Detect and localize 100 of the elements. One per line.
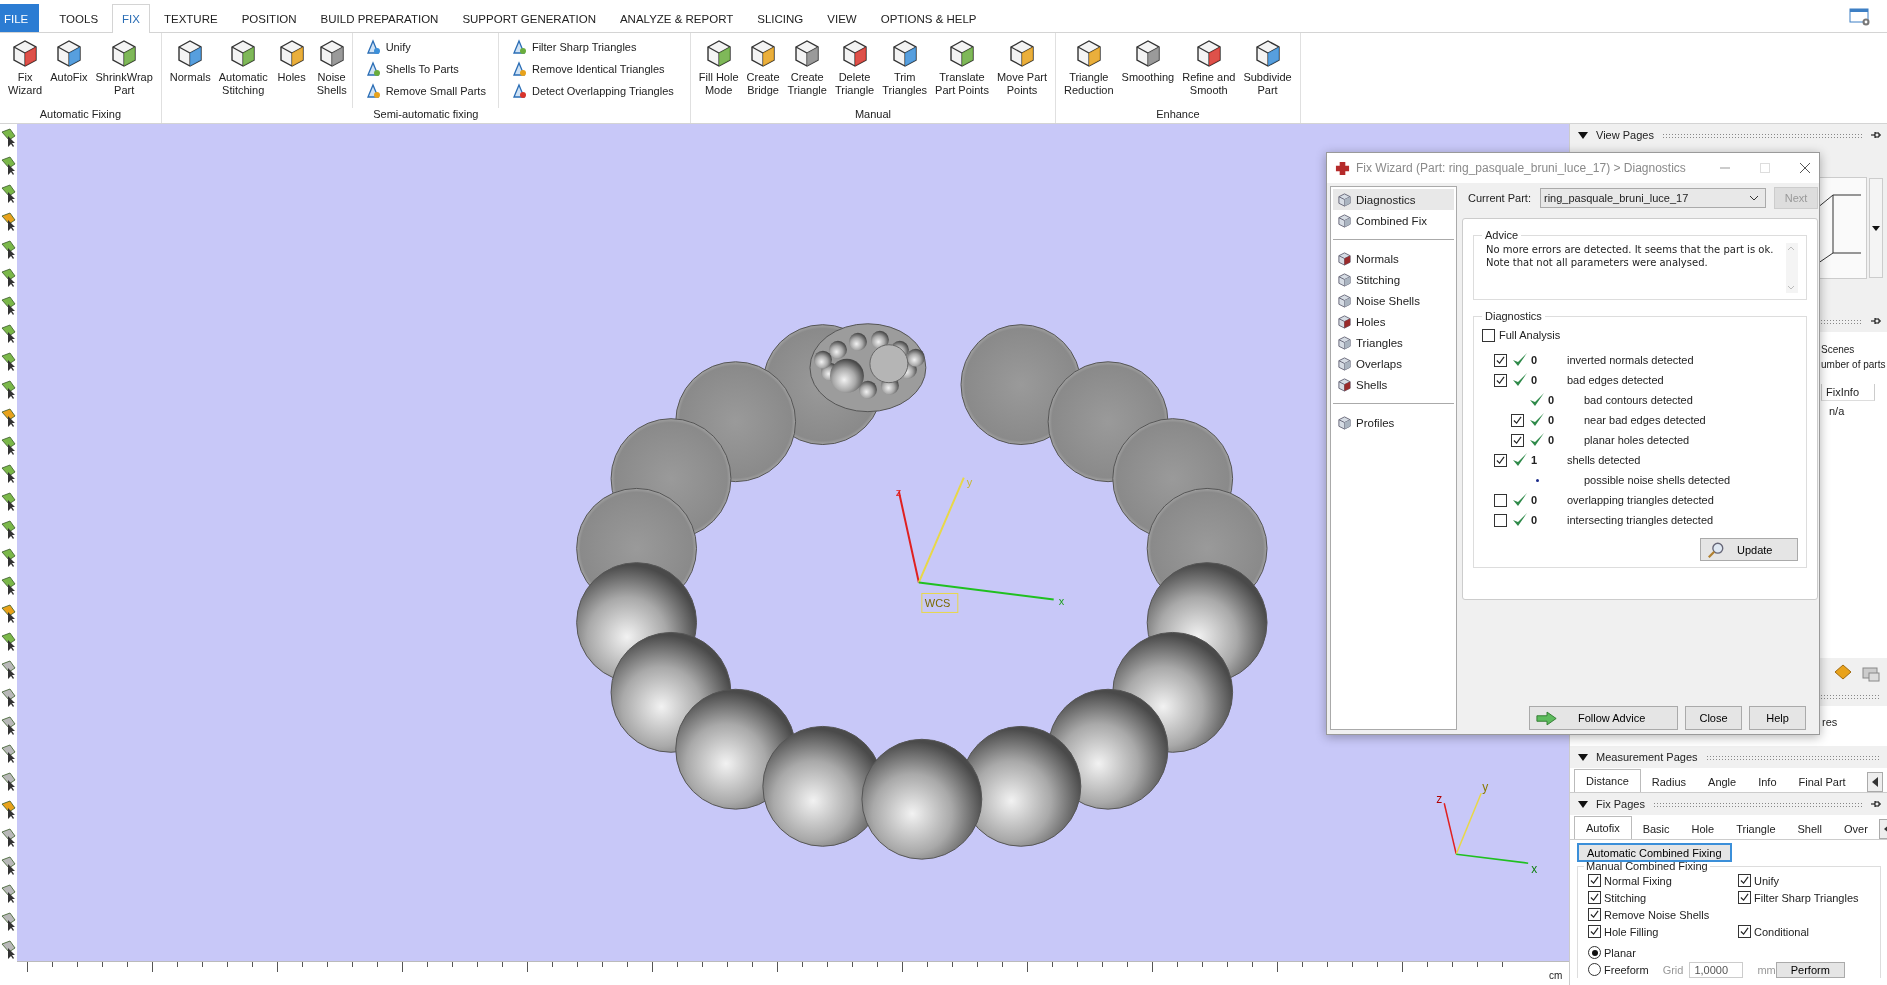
grid-field[interactable]: 1,0000 bbox=[1689, 961, 1744, 978]
shape-tool-icon[interactable] bbox=[0, 128, 17, 148]
nav-item[interactable]: Holes bbox=[1333, 311, 1454, 332]
radio-option[interactable]: Planar bbox=[1588, 946, 1636, 959]
ribbon-button[interactable]: Fill Hole Mode bbox=[694, 36, 743, 99]
radio-button[interactable] bbox=[1588, 946, 1601, 959]
radio-option[interactable]: Freeform bbox=[1588, 963, 1649, 976]
checkbox[interactable] bbox=[1738, 891, 1751, 904]
ribbon-button[interactable]: Delete Triangle bbox=[830, 36, 879, 99]
shape-tool-icon[interactable] bbox=[0, 380, 17, 400]
shape-tool-icon[interactable] bbox=[0, 240, 17, 260]
update-button[interactable]: Update bbox=[1700, 538, 1798, 561]
option-checkbox[interactable]: Remove Noise Shells bbox=[1588, 908, 1738, 921]
ribbon-button[interactable]: Create Bridge bbox=[742, 36, 784, 99]
shape-tool-icon[interactable] bbox=[0, 604, 17, 624]
checkbox[interactable] bbox=[1738, 874, 1751, 887]
checkbox[interactable] bbox=[1588, 891, 1601, 904]
dialog-button[interactable]: Close bbox=[1685, 706, 1742, 730]
nav-item[interactable]: Combined Fix bbox=[1333, 210, 1454, 231]
ribbon-button[interactable]: AutoFix bbox=[46, 36, 92, 86]
shape-tool-icon[interactable] bbox=[0, 856, 17, 876]
ribbon-tab[interactable]: TEXTURE bbox=[153, 4, 228, 32]
ribbon-button[interactable]: Automatic Stitching bbox=[214, 36, 272, 99]
ribbon-tab[interactable]: BUILD PREPARATION bbox=[310, 4, 449, 32]
page-tab[interactable]: Radius bbox=[1640, 771, 1698, 792]
ribbon-button[interactable]: Detect Overlapping Triangles bbox=[508, 81, 676, 101]
option-checkbox[interactable]: Hole Filling bbox=[1588, 925, 1738, 938]
pin-icon[interactable] bbox=[1871, 131, 1881, 139]
shape-tool-icon[interactable] bbox=[0, 436, 17, 456]
shape-tool-icon[interactable] bbox=[0, 744, 17, 764]
shape-tool-icon[interactable] bbox=[0, 716, 17, 736]
page-tab[interactable]: Final Part bbox=[1787, 771, 1857, 792]
ribbon-button[interactable]: Triangle Reduction bbox=[1060, 36, 1118, 99]
ribbon-button[interactable]: Translate Part Points bbox=[931, 36, 993, 99]
ribbon-button[interactable]: Refine and Smooth bbox=[1178, 36, 1240, 99]
close-icon[interactable] bbox=[1799, 162, 1811, 174]
checkbox[interactable] bbox=[1738, 925, 1751, 938]
checkbox[interactable] bbox=[1494, 373, 1507, 387]
page-tab[interactable]: Triangle bbox=[1725, 818, 1787, 839]
checkbox[interactable] bbox=[1482, 328, 1495, 342]
dialog-button[interactable]: Follow Advice bbox=[1529, 706, 1678, 730]
option-checkbox[interactable]: Filter Sharp Triangles bbox=[1738, 891, 1874, 904]
ribbon-tab[interactable]: ANALYZE & REPORT bbox=[609, 4, 744, 32]
collapse-icon[interactable] bbox=[1578, 800, 1588, 808]
page-tab[interactable]: Shell bbox=[1786, 818, 1833, 839]
shape-tool-icon[interactable] bbox=[0, 660, 17, 680]
ribbon-button[interactable]: Shells To Parts bbox=[362, 59, 488, 79]
ribbon-button[interactable]: Remove Identical Triangles bbox=[508, 59, 676, 79]
nav-item[interactable]: Triangles bbox=[1333, 332, 1454, 353]
ribbon-tab[interactable]: SUPPORT GENERATION bbox=[452, 4, 606, 32]
ribbon-button[interactable]: ShrinkWrap Part bbox=[91, 36, 157, 99]
dialog-button[interactable]: Help bbox=[1749, 706, 1806, 730]
ribbon-tab[interactable]: TOOLS bbox=[49, 4, 109, 32]
option-checkbox[interactable]: Conditional bbox=[1738, 925, 1874, 938]
nav-item[interactable]: Normals bbox=[1333, 248, 1454, 269]
option-checkbox[interactable]: Normal Fixing bbox=[1588, 874, 1738, 887]
nav-item[interactable]: Diagnostics bbox=[1333, 189, 1454, 210]
page-tab[interactable]: Angle bbox=[1697, 771, 1748, 792]
shape-tool-icon[interactable] bbox=[0, 884, 17, 904]
shape-tool-icon[interactable] bbox=[0, 548, 17, 568]
page-tab[interactable]: Hole bbox=[1680, 818, 1726, 839]
shape-tool-icon[interactable] bbox=[0, 324, 17, 344]
page-tab[interactable]: Distance bbox=[1574, 769, 1641, 792]
ribbon-button[interactable]: Unify bbox=[362, 37, 488, 57]
shape-tool-icon[interactable] bbox=[0, 576, 17, 596]
nav-item[interactable]: Shells bbox=[1333, 374, 1454, 395]
shape-tool-icon[interactable] bbox=[0, 268, 17, 288]
checkbox[interactable] bbox=[1588, 874, 1601, 887]
shape-tool-icon[interactable] bbox=[0, 156, 17, 176]
file-menu-tab[interactable]: FILE bbox=[0, 4, 40, 32]
page-tab[interactable]: Basic bbox=[1631, 818, 1681, 839]
ribbon-button[interactable]: Fix Wizard bbox=[4, 36, 47, 99]
ribbon-tab[interactable]: POSITION bbox=[231, 4, 307, 32]
shape-tool-icon[interactable] bbox=[0, 912, 17, 932]
shape-tool-icon[interactable] bbox=[0, 212, 17, 232]
checkbox[interactable] bbox=[1511, 413, 1524, 427]
pin-icon[interactable] bbox=[1871, 317, 1881, 325]
shape-tool-icon[interactable] bbox=[0, 828, 17, 848]
shape-tool-icon[interactable] bbox=[0, 464, 17, 484]
ribbon-button[interactable]: Holes bbox=[271, 36, 312, 86]
window-settings-icon[interactable] bbox=[1849, 8, 1871, 26]
shape-tool-icon[interactable] bbox=[0, 408, 17, 428]
shape-tool-icon[interactable] bbox=[0, 520, 17, 540]
ribbon-button[interactable]: Create Triangle bbox=[783, 36, 831, 99]
scroll-left-button[interactable] bbox=[1867, 772, 1883, 792]
page-tab[interactable]: Info bbox=[1747, 771, 1788, 792]
ribbon-button[interactable]: Move Part Points bbox=[992, 36, 1052, 99]
page-tab[interactable]: Over bbox=[1833, 818, 1879, 839]
scrollbar[interactable] bbox=[1786, 243, 1798, 293]
checkbox[interactable] bbox=[1494, 493, 1507, 507]
checkbox[interactable] bbox=[1494, 513, 1507, 527]
full-analysis-checkbox[interactable]: Full Analysis bbox=[1482, 326, 1798, 344]
shape-tool-icon[interactable] bbox=[0, 184, 17, 204]
shape-tool-icon[interactable] bbox=[0, 800, 17, 820]
page-tab[interactable]: Autofix bbox=[1574, 816, 1632, 839]
checkbox[interactable] bbox=[1588, 908, 1601, 921]
shape-tool-icon[interactable] bbox=[0, 940, 17, 960]
ribbon-tab[interactable]: FIX bbox=[112, 4, 150, 33]
automatic-fixing-button[interactable]: Automatic Combined Fixing bbox=[1577, 843, 1732, 862]
perform-button[interactable]: Perform bbox=[1775, 961, 1845, 978]
